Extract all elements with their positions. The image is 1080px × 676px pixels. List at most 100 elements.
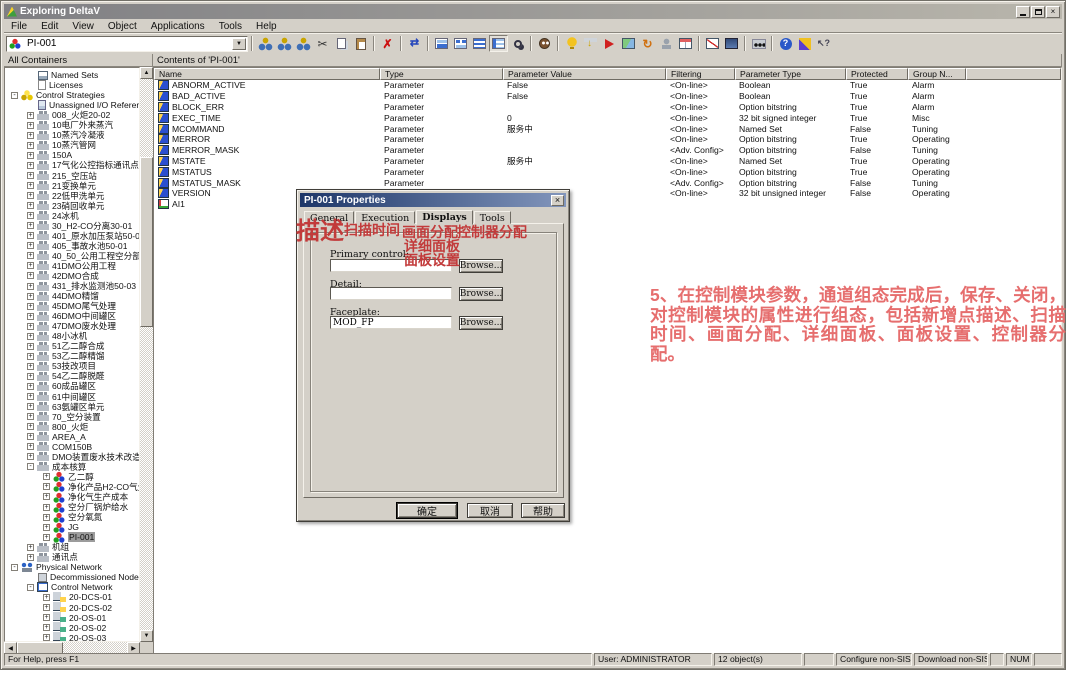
expand-icon[interactable]: + xyxy=(27,192,34,199)
user-manager-button[interactable] xyxy=(535,35,554,52)
expand-icon[interactable]: + xyxy=(27,202,34,209)
filter-button[interactable] xyxy=(508,35,527,52)
expand-icon[interactable]: + xyxy=(27,554,34,561)
expand-icon[interactable]: + xyxy=(27,182,34,189)
graphics-button[interactable] xyxy=(619,35,638,52)
menu-item-object[interactable]: Object xyxy=(101,21,144,32)
chevron-down-icon[interactable]: ▼ xyxy=(232,38,246,50)
expand-icon[interactable]: + xyxy=(27,443,34,450)
tree-item[interactable]: -Physical Network xyxy=(5,562,139,572)
table-row[interactable]: ABNORM_ACTIVEParameterFalse<On-line>Bool… xyxy=(154,80,1061,91)
collapse-icon[interactable]: - xyxy=(11,564,18,571)
download-button[interactable] xyxy=(581,35,600,52)
menu-item-help[interactable]: Help xyxy=(249,21,284,32)
minimize-button[interactable] xyxy=(1016,6,1030,18)
menu-item-applications[interactable]: Applications xyxy=(144,21,212,32)
alarm-button[interactable] xyxy=(562,35,581,52)
expand-icon[interactable]: + xyxy=(43,634,50,641)
restore-button[interactable] xyxy=(1031,6,1045,18)
explore-roles-button[interactable] xyxy=(294,35,313,52)
context-help-button[interactable] xyxy=(814,35,833,52)
expand-icon[interactable]: + xyxy=(27,172,34,179)
table-row[interactable]: BAD_ACTIVEParameterFalse<On-line>Boolean… xyxy=(154,91,1061,102)
expand-icon[interactable]: + xyxy=(27,393,34,400)
table-row[interactable]: BLOCK_ERRParameter<On-line>Option bitstr… xyxy=(154,102,1061,113)
tree-vertical-scrollbar[interactable]: ▲ ▼ xyxy=(140,67,153,642)
expand-icon[interactable]: + xyxy=(27,252,34,259)
browse-button-3[interactable]: Browse... xyxy=(459,316,503,330)
table-row[interactable]: MSTATEParameter服务中<On-line>Named SetTrue… xyxy=(154,156,1061,167)
menu-item-view[interactable]: View xyxy=(65,21,101,32)
tree-item[interactable]: +20-OS-01 xyxy=(5,613,139,623)
collapse-icon[interactable]: - xyxy=(27,463,34,470)
expand-icon[interactable]: + xyxy=(27,272,34,279)
cut-button[interactable] xyxy=(313,35,332,52)
menu-item-file[interactable]: File xyxy=(4,21,34,32)
tree-item[interactable]: +AREA_A xyxy=(5,432,139,442)
table-row[interactable]: MCOMMANDParameter服务中<On-line>Named SetFa… xyxy=(154,123,1061,134)
expand-icon[interactable]: + xyxy=(43,504,50,511)
expand-icon[interactable]: + xyxy=(27,162,34,169)
column-header-name[interactable]: Name xyxy=(154,68,380,80)
column-header-parameter-type[interactable]: Parameter Type xyxy=(735,68,846,80)
expand-icon[interactable]: + xyxy=(43,493,50,500)
expand-icon[interactable]: + xyxy=(27,413,34,420)
expand-icon[interactable]: + xyxy=(27,283,34,290)
expand-icon[interactable]: + xyxy=(27,363,34,370)
expand-icon[interactable]: + xyxy=(27,433,34,440)
expand-icon[interactable]: + xyxy=(27,403,34,410)
menu-item-tools[interactable]: Tools xyxy=(212,21,249,32)
tree-item[interactable]: +20-DCS-02 xyxy=(5,602,139,612)
copy-button[interactable] xyxy=(332,35,351,52)
tree-item[interactable]: +20-OS-03 xyxy=(5,633,139,642)
browse-button-1[interactable]: Browse... xyxy=(459,259,503,273)
expand-icon[interactable]: + xyxy=(27,343,34,350)
expand-icon[interactable]: + xyxy=(43,483,50,490)
expand-icon[interactable]: + xyxy=(27,242,34,249)
tree-item-selected[interactable]: +PI-001 xyxy=(5,532,139,542)
small-icons-button[interactable] xyxy=(451,35,470,52)
expand-icon[interactable]: + xyxy=(43,473,50,480)
large-icons-button[interactable] xyxy=(432,35,451,52)
expand-icon[interactable]: + xyxy=(43,604,50,611)
collapse-icon[interactable]: - xyxy=(11,92,18,99)
expand-icon[interactable]: + xyxy=(27,303,34,310)
tree-item[interactable]: -Control Network xyxy=(5,582,139,592)
explore-users-button[interactable] xyxy=(275,35,294,52)
expand-icon[interactable]: + xyxy=(27,152,34,159)
close-button[interactable]: × xyxy=(1046,6,1060,18)
detail-field[interactable] xyxy=(330,287,452,300)
ok-button[interactable]: 确定 xyxy=(397,503,457,518)
tree-item[interactable]: +通讯点 xyxy=(5,552,139,562)
browse-button-2[interactable]: Browse... xyxy=(459,287,503,301)
expand-icon[interactable]: + xyxy=(43,514,50,521)
tree-item[interactable]: Named Sets xyxy=(5,70,139,80)
monitor-button[interactable] xyxy=(722,35,741,52)
delete-button[interactable] xyxy=(378,35,397,52)
expand-icon[interactable]: + xyxy=(27,212,34,219)
tree-item[interactable]: Decommissioned Nodes xyxy=(5,572,139,582)
expand-icon[interactable]: + xyxy=(27,112,34,119)
scrollbar-thumb[interactable] xyxy=(140,157,153,327)
scroll-up-icon[interactable]: ▲ xyxy=(140,67,153,79)
expand-icon[interactable]: + xyxy=(43,534,50,541)
column-header-parameter-value[interactable]: Parameter Value xyxy=(503,68,666,80)
column-header-protected[interactable]: Protected xyxy=(846,68,908,80)
table-row[interactable]: MSTATUS_MASKParameter<Adv. Config>Option… xyxy=(154,177,1061,188)
tree-item[interactable]: +10蒸汽管网 xyxy=(5,140,139,150)
column-header-group-n-[interactable]: Group N... xyxy=(908,68,966,80)
faceplate-field[interactable] xyxy=(330,316,452,329)
expand-icon[interactable]: + xyxy=(27,383,34,390)
expand-icon[interactable]: + xyxy=(27,353,34,360)
diagnostics-button[interactable] xyxy=(749,35,768,52)
expand-icon[interactable]: + xyxy=(43,524,50,531)
bookmark-button[interactable] xyxy=(600,35,619,52)
scroll-down-icon[interactable]: ▼ xyxy=(140,630,153,642)
dialog-close-icon[interactable]: × xyxy=(551,195,564,206)
expand-icon[interactable]: + xyxy=(27,323,34,330)
expand-icon[interactable]: + xyxy=(27,262,34,269)
expand-icon[interactable]: + xyxy=(27,122,34,129)
expand-icon[interactable]: + xyxy=(27,423,34,430)
menu-item-edit[interactable]: Edit xyxy=(34,21,65,32)
tree-item[interactable]: -Control Strategies xyxy=(5,90,139,100)
